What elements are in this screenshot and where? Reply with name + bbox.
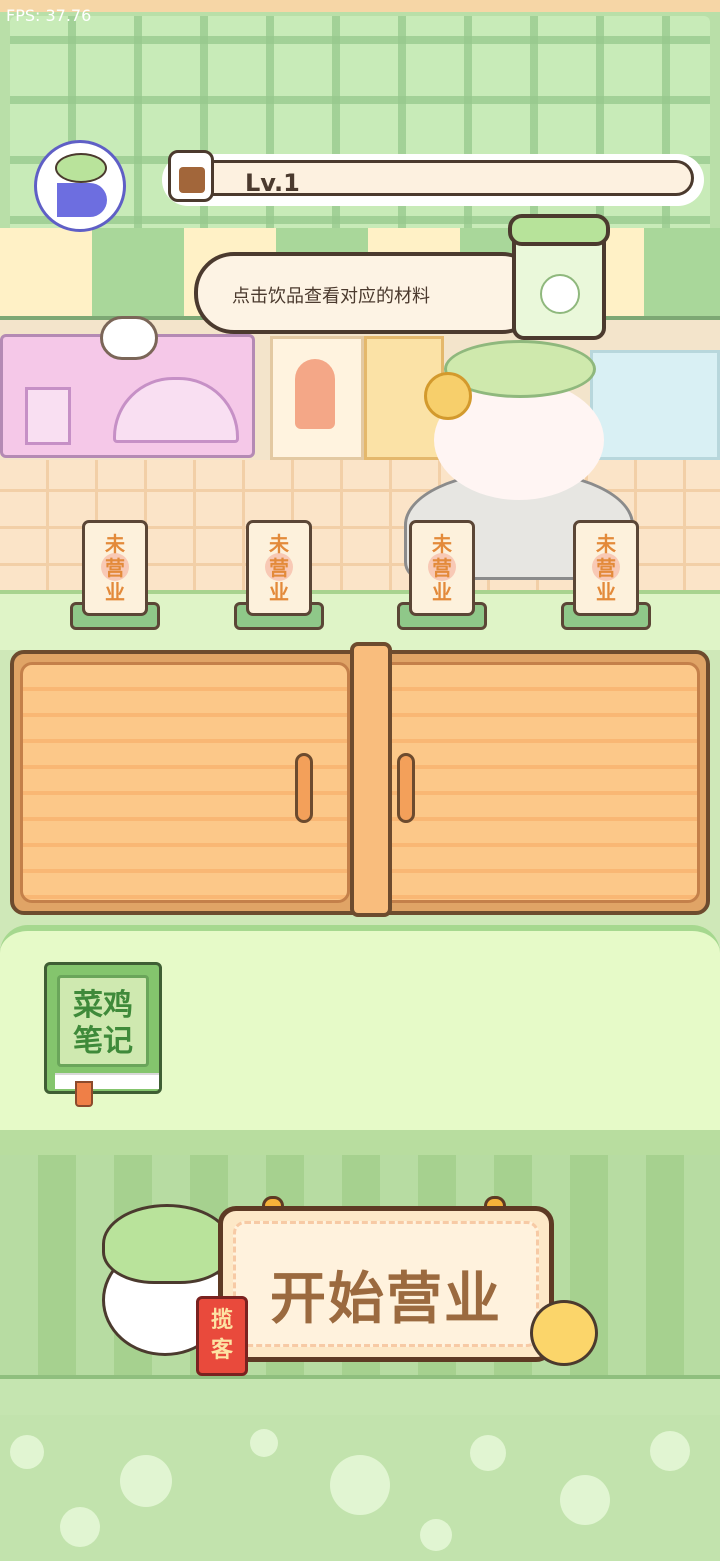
pointing-hand-icon: [100, 316, 158, 360]
top-edge: [0, 0, 720, 12]
rookie-notebook-button[interactable]: 菜鸡 笔记: [44, 962, 162, 1107]
drink-slot-2[interactable]: 未营业: [246, 520, 312, 616]
cabinet-door-left[interactable]: [20, 662, 350, 903]
house-window: [25, 387, 71, 445]
notebook-pages: [55, 1073, 159, 1089]
house-arch-window: [113, 377, 239, 443]
milk-tea-cup-icon: [168, 150, 214, 202]
decor-bubble: [10, 1435, 44, 1469]
start-button-panel: 开始营业: [233, 1221, 539, 1347]
notebook-cover: 菜鸡 笔记: [57, 975, 149, 1067]
decor-bubble: [250, 1429, 278, 1457]
glass-storefront: [590, 350, 720, 460]
notebook-title: 菜鸡 笔记: [60, 988, 146, 1060]
closed-sign-text: 未营业: [432, 534, 452, 604]
level-label: Lv.1: [245, 169, 300, 197]
matcha-drink-icon[interactable]: [508, 214, 610, 340]
decor-bubble: [330, 1455, 390, 1515]
gold-coin-icon: [424, 372, 472, 420]
level-progress-track: Lv.1: [168, 160, 694, 197]
notebook-title-line1: 菜鸡: [73, 989, 133, 1022]
storage-cabinet[interactable]: [10, 642, 710, 917]
exit-arrow-icon: [57, 183, 107, 217]
fps-counter: FPS: 37.76: [6, 6, 92, 25]
closed-sign-text: 未营业: [269, 534, 289, 604]
figure-silhouette: [295, 359, 335, 429]
decor-bubble: [420, 1519, 452, 1551]
cabinet-door-right[interactable]: [370, 662, 700, 903]
start-business-label: 开始营业: [270, 1267, 502, 1330]
cabinet-divider: [350, 642, 392, 917]
notebook-title-line2: 笔记: [73, 1025, 133, 1058]
decor-bubble: [470, 1435, 506, 1471]
drink-mascot-face: [540, 274, 580, 314]
drink-lid: [508, 214, 610, 246]
chick-leaf-hat: [102, 1204, 232, 1284]
drink-slot-1[interactable]: 未营业: [82, 520, 148, 616]
shop-door: [270, 336, 364, 460]
decor-bubble: [120, 1455, 172, 1507]
drink-slot-4[interactable]: 未营业: [573, 520, 639, 616]
attract-customers-label: 揽 客: [199, 1305, 245, 1365]
bubble-floor: [0, 1415, 720, 1561]
hint-text: 点击饮品查看对应的材料: [232, 286, 430, 307]
drink-slot-3[interactable]: 未营业: [409, 520, 475, 616]
decor-bubble: [60, 1507, 100, 1547]
yellow-chick-mascot: [530, 1300, 598, 1366]
door-handle: [397, 753, 415, 823]
start-business-button[interactable]: 开始营业: [218, 1206, 554, 1362]
avatar-leaf: [55, 153, 107, 183]
tag-line2: 客: [210, 1337, 233, 1362]
level-bar: Lv.1: [162, 150, 704, 206]
hint-speech-bubble: 点击饮品查看对应的材料: [194, 252, 542, 334]
closed-sign-text: 未营业: [105, 534, 125, 604]
tag-line1: 揽: [210, 1307, 233, 1332]
closed-sign-text: 未营业: [596, 534, 616, 604]
attract-customers-button[interactable]: 揽 客: [196, 1296, 248, 1376]
leaf-chick-avatar-icon[interactable]: [34, 140, 126, 232]
bookmark-ribbon: [75, 1081, 93, 1107]
door-handle: [295, 753, 313, 823]
decor-bubble: [560, 1475, 610, 1525]
lower-ledge: [0, 1375, 720, 1419]
decor-bubble: [650, 1431, 690, 1471]
